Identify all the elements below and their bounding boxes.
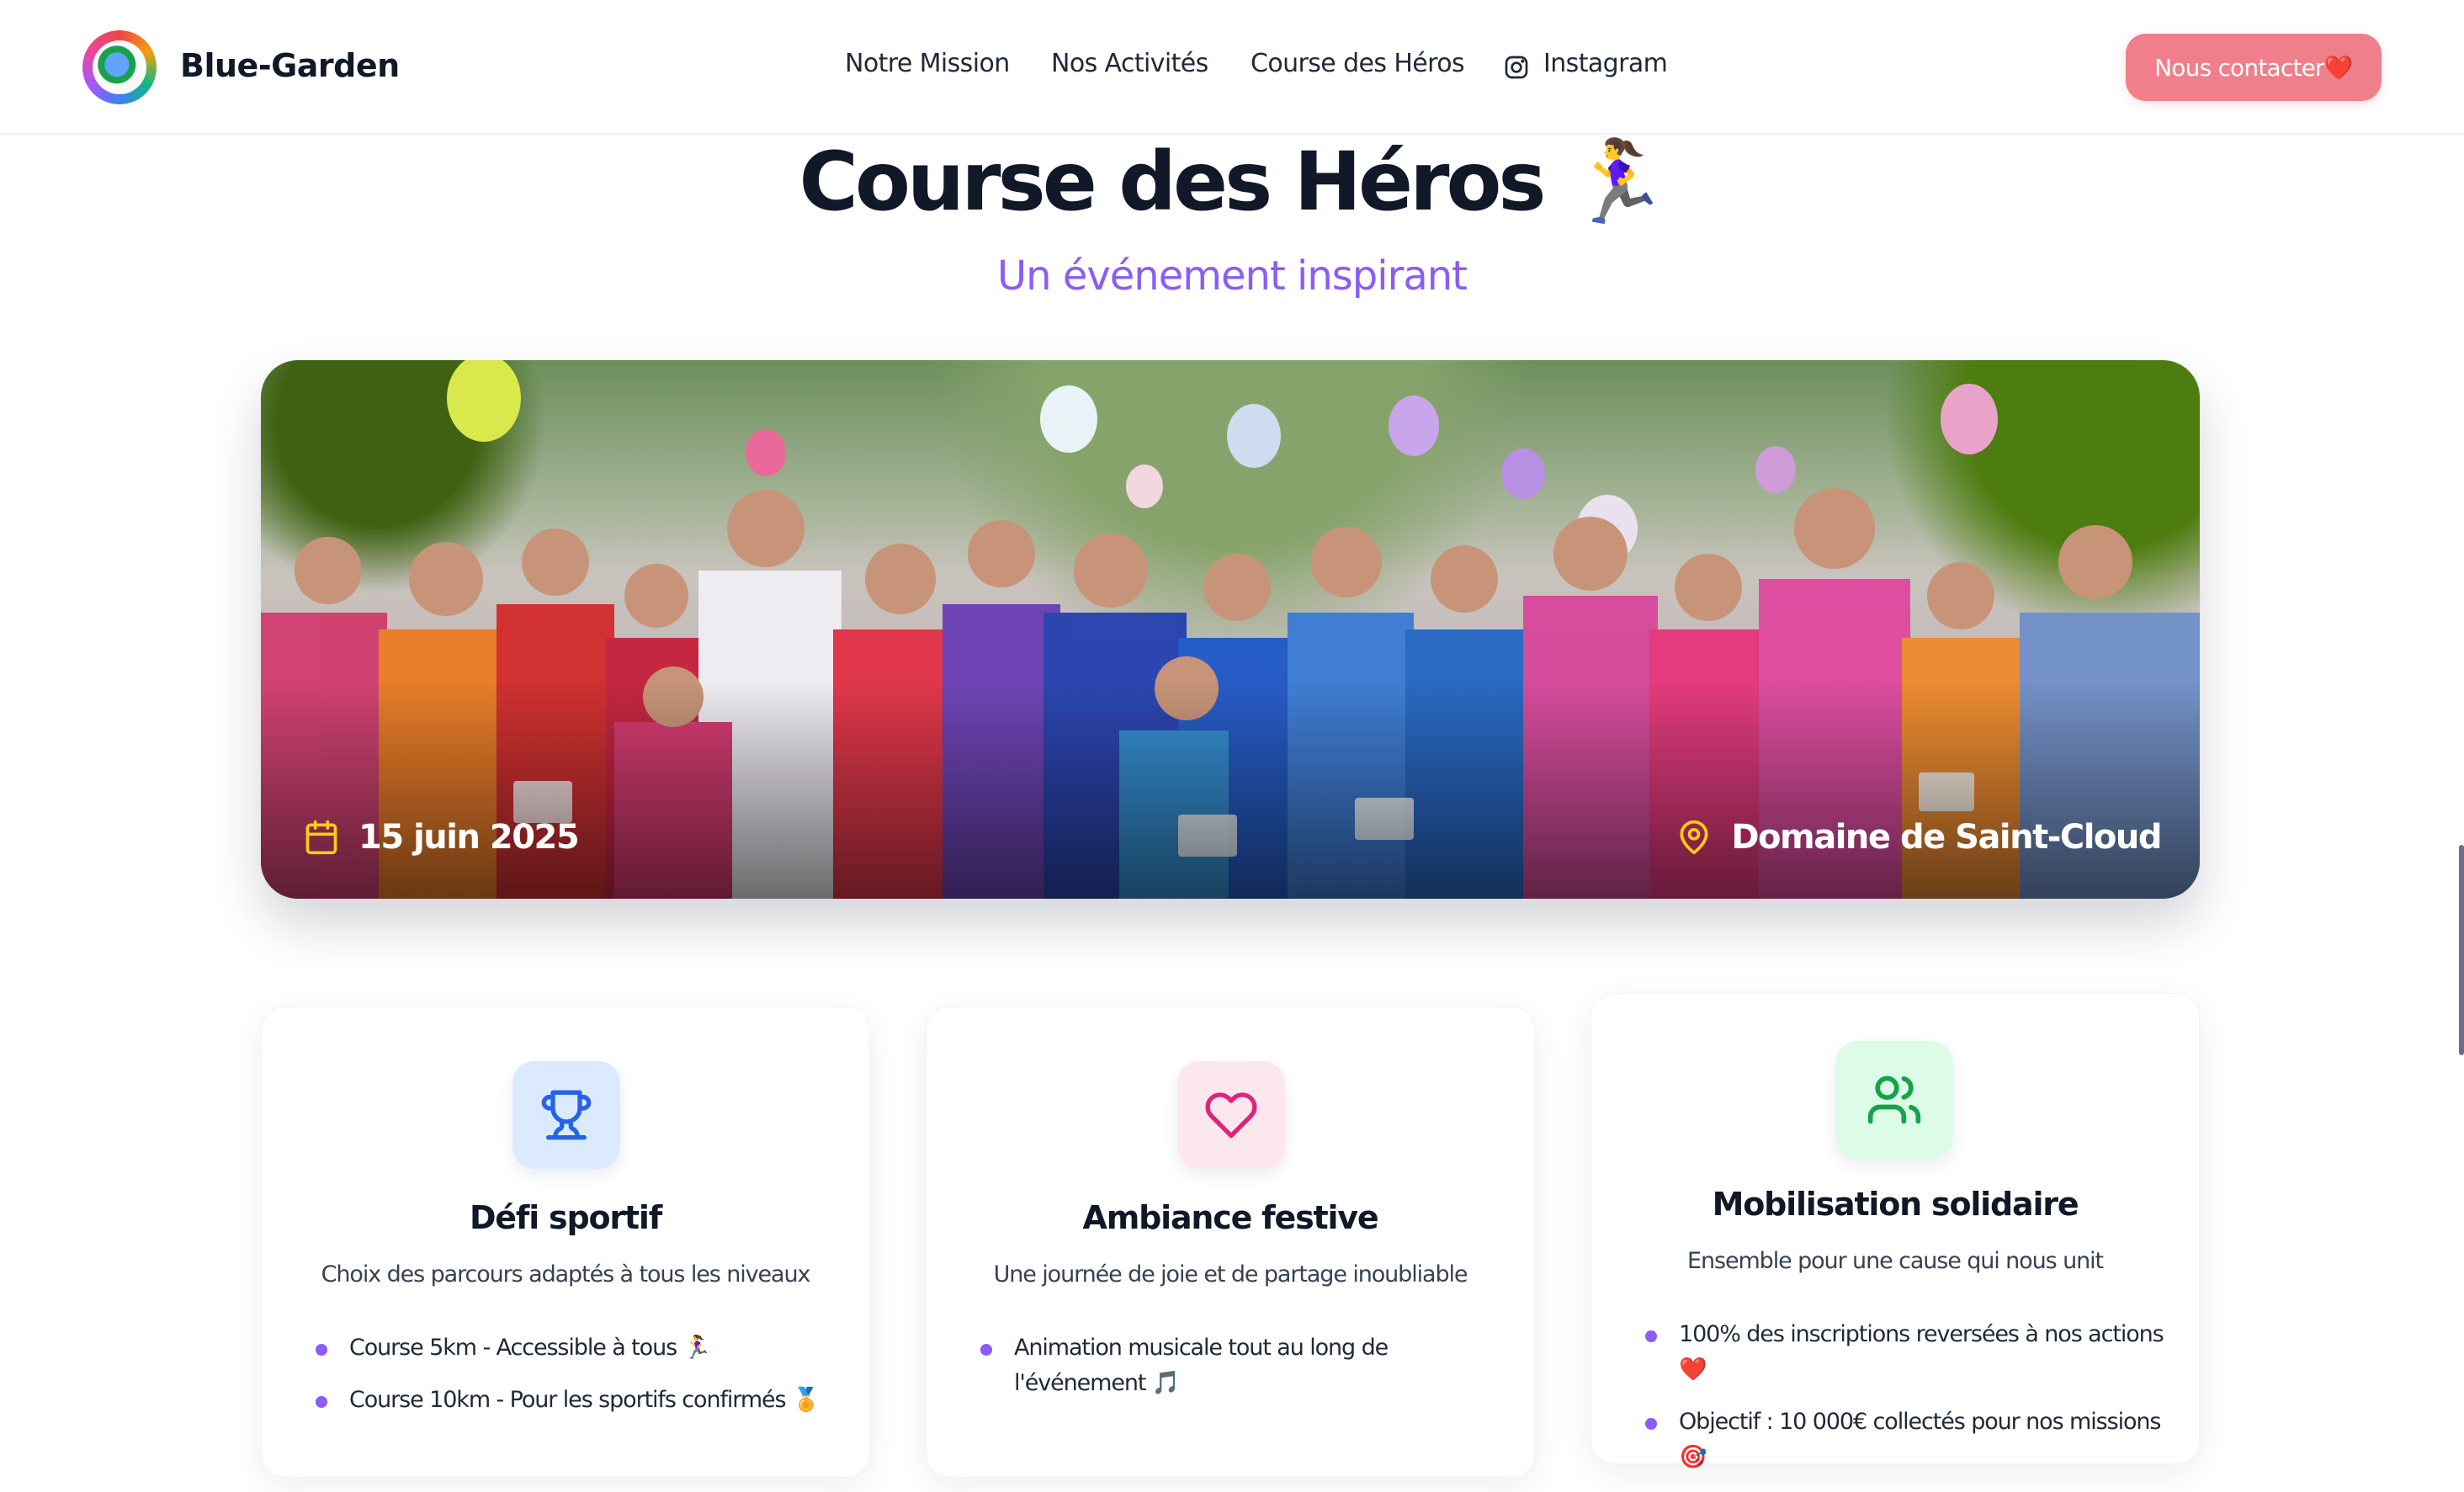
list-item: Course 5km - Accessible à tous 🏃‍♀️ <box>316 1330 836 1366</box>
map-pin-icon <box>1680 820 1708 855</box>
list-item: Course 10km - Pour les sportifs confirmé… <box>316 1383 836 1418</box>
contact-button[interactable]: Nous contacter❤️ <box>2126 34 2382 101</box>
page-subtitle: Un événement inspirant <box>997 252 1468 300</box>
instagram-icon[interactable] <box>1503 54 1530 81</box>
page-title: Course des Héros 🏃‍♀️ <box>799 135 1669 229</box>
card-icon-box <box>512 1061 620 1169</box>
card-mobilisation-solidaire: Mobilisation solidaire Ensemble pour une… <box>1590 993 2200 1470</box>
calendar-icon <box>305 820 337 855</box>
card-icon-box <box>1835 1041 1953 1159</box>
card-title: Défi sportif <box>469 1199 662 1236</box>
card-description: Une journée de joie et de partage inoubl… <box>993 1261 1468 1288</box>
nav-link-course-des-heros[interactable]: Course des Héros <box>1251 49 1465 78</box>
nav-link-instagram[interactable]: Instagram <box>1543 49 1668 78</box>
card-description: Choix des parcours adaptés à tous les ni… <box>321 1261 811 1288</box>
event-location-text: Domaine de Saint-Cloud <box>1731 818 2162 857</box>
list-item: Objectif : 10 000€ collectés pour nos mi… <box>1645 1404 2165 1475</box>
card-title: Mobilisation solidaire <box>1712 1186 2079 1223</box>
scrollbar-thumb[interactable] <box>2459 845 2464 1055</box>
card-ambiance-festive: Ambiance festive Une journée de joie et … <box>926 1006 1535 1478</box>
card-feature-list: 100% des inscriptions reversées à nos ac… <box>1645 1317 2165 1492</box>
list-item: 100% des inscriptions reversées à nos ac… <box>1645 1317 2165 1388</box>
nav-link-notre-mission[interactable]: Notre Mission <box>845 49 1010 78</box>
card-feature-list: Animation musicale tout au long de l'évé… <box>980 1330 1500 1418</box>
list-item: Animation musicale tout au long de l'évé… <box>980 1330 1500 1401</box>
card-defi-sportif: Défi sportif Choix des parcours adaptés … <box>261 1006 870 1478</box>
card-title: Ambiance festive <box>1082 1199 1379 1236</box>
nav-link-nos-activites[interactable]: Nos Activités <box>1051 49 1208 78</box>
card-description: Ensemble pour une cause qui nous unit <box>1687 1248 2104 1274</box>
heart-icon <box>1205 1092 1257 1139</box>
card-feature-list: Course 5km - Accessible à tous 🏃‍♀️ Cour… <box>316 1330 836 1435</box>
hero-banner: 15 juin 2025 Domaine de Saint-Cloud <box>261 360 2200 899</box>
brand-name[interactable]: Blue-Garden <box>180 47 400 84</box>
card-icon-box <box>1177 1061 1285 1169</box>
event-date-text: 15 juin 2025 <box>358 818 580 857</box>
trophy-icon <box>541 1090 592 1140</box>
blue-garden-logo[interactable] <box>82 30 157 104</box>
event-date: 15 juin 2025 <box>303 818 580 857</box>
event-location: Domaine de Saint-Cloud <box>1675 818 2162 857</box>
users-icon <box>1867 1075 1921 1124</box>
top-navigation: Blue-Garden Notre Mission Nos Activités … <box>0 0 2464 135</box>
